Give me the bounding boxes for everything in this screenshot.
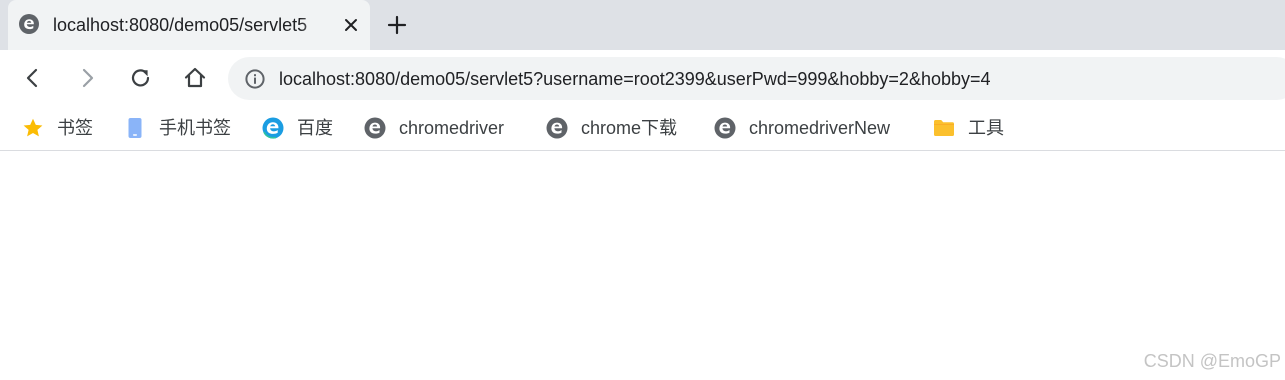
bookmark-label: chromedriver [399,118,505,138]
forward-arrow-icon[interactable] [73,64,101,92]
browser-window: localhost:8080/demo05/servlet5 localhost… [0,0,1285,380]
globe-icon [714,117,736,139]
bookmark-label: 工具 [968,118,1004,138]
back-arrow-icon[interactable] [19,64,47,92]
tab-favicon-icon [19,14,39,34]
bookmark-label: 百度 [297,118,333,138]
bookmark-label: chromedriverNew [749,118,891,138]
tab-title: localhost:8080/demo05/servlet5 [53,15,308,35]
star-icon [23,118,43,137]
toolbar: localhost:8080/demo05/servlet5?username=… [0,50,1285,106]
watermark-text: CSDN @EmoGP [1143,351,1281,371]
bookmark-label: chrome下载 [581,118,678,138]
globe-icon [364,117,386,139]
mobile-icon [128,118,142,138]
globe-icon [546,117,568,139]
page-content: CSDN @EmoGP [0,151,1285,380]
edge-icon [262,117,284,139]
url-text[interactable]: localhost:8080/demo05/servlet5?username=… [279,66,991,92]
folder-icon [934,120,954,136]
bookmark-label: 手机书签 [159,118,231,138]
reload-icon[interactable] [127,64,155,92]
address-bar[interactable]: localhost:8080/demo05/servlet5?username=… [228,57,1285,100]
bookmarks-bar: 书签 手机书签 百度 chromedriver chrome下载 chromed… [0,106,1285,151]
close-tab-icon[interactable] [340,14,362,36]
tab-strip: localhost:8080/demo05/servlet5 [0,0,1285,50]
home-icon[interactable] [181,64,209,92]
site-info-icon[interactable] [244,68,266,90]
active-tab[interactable]: localhost:8080/demo05/servlet5 [8,0,370,50]
new-tab-plus-icon[interactable] [384,12,410,38]
bookmark-label: 书签 [57,118,93,138]
